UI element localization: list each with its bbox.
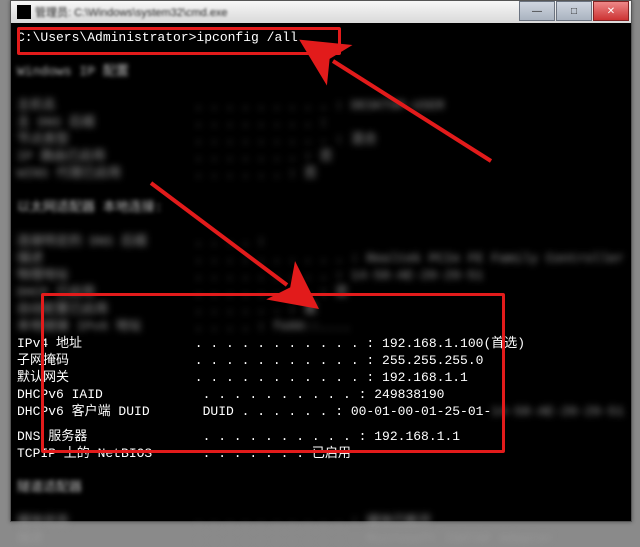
ipv4-row: IPv4 地址 . . . . . . . . . . . : 192.168.…	[17, 335, 625, 352]
command-line: C:\Users\Administrator>ipconfig /all	[17, 29, 625, 46]
conn-dns-row: 连接特定的 DNS 后缀 . . . . :	[17, 233, 625, 250]
phys-row: 物理地址 . . . . . . . . . : 14-58-AE-20-29-…	[17, 267, 625, 284]
wins-row: WINS 代理已启用 . . . . . . : 否	[17, 165, 625, 182]
window-buttons: — □ ✕	[518, 1, 629, 21]
mask-row: 子网掩码 . . . . . . . . . . . : 255.255.255…	[17, 352, 625, 369]
titlebar[interactable]: 管理员: C:\Windows\system32\cmd.exe — □ ✕	[11, 1, 631, 23]
auto-row: 自动配置已启用 . . . . . . : 是	[17, 301, 625, 318]
window-title: 管理员: C:\Windows\system32\cmd.exe	[35, 4, 228, 20]
minimize-button[interactable]: —	[519, 1, 555, 21]
dns-suffix-row: 主 DNS 后缀 . . . . . . . . :	[17, 114, 625, 131]
tunnel-title: 隧道适配器	[17, 479, 625, 496]
section-windows-ip: Windows IP 配置	[17, 63, 625, 80]
cmd-icon	[17, 5, 31, 19]
duid-row: DHCPv6 客户端 DUID DUID . . . . . . : 00-01…	[17, 403, 625, 420]
ipv6-row: 本地链接 IPv6 地址 . . . . : fe80::....	[17, 318, 625, 335]
isatap-row: 描述 . . . . . . . . . . : Microsoft ISATA…	[17, 530, 625, 547]
dhcp-row: DHCP 已启用 . . . . . . . . : 否	[17, 284, 625, 301]
cmd-window: 管理员: C:\Windows\system32\cmd.exe — □ ✕ C…	[10, 0, 632, 522]
host-row: 主机名 . . . . . . . . . : DESKTOP-USER	[17, 97, 625, 114]
node-row: 节点类型 . . . . . . . . . : 混合	[17, 131, 625, 148]
maximize-button[interactable]: □	[556, 1, 592, 21]
routing-row: IP 路由已启用 . . . . . . . : 否	[17, 148, 625, 165]
desc-row: 描述 . . . . . . . . . . : Realtek PCIe FE…	[17, 250, 625, 267]
adapter-title: 以太网适配器 本地连接:	[17, 199, 625, 216]
media-row: 媒体状态 . . . . . . . . . . : 媒体已断开	[17, 513, 625, 530]
gateway-row: 默认网关 . . . . . . . . . . . : 192.168.1.1	[17, 369, 625, 386]
close-button[interactable]: ✕	[593, 1, 629, 21]
console-output[interactable]: C:\Users\Administrator>ipconfig /all Win…	[11, 23, 631, 521]
netbios-row: TCPIP 上的 NetBIOS . . . . . . : 已启用	[17, 445, 625, 462]
iaid-row: DHCPv6 IAID . . . . . . . . . . : 249838…	[17, 386, 625, 403]
dns-row: DNS 服务器 . . . . . . . . . . : 192.168.1.…	[17, 428, 625, 445]
